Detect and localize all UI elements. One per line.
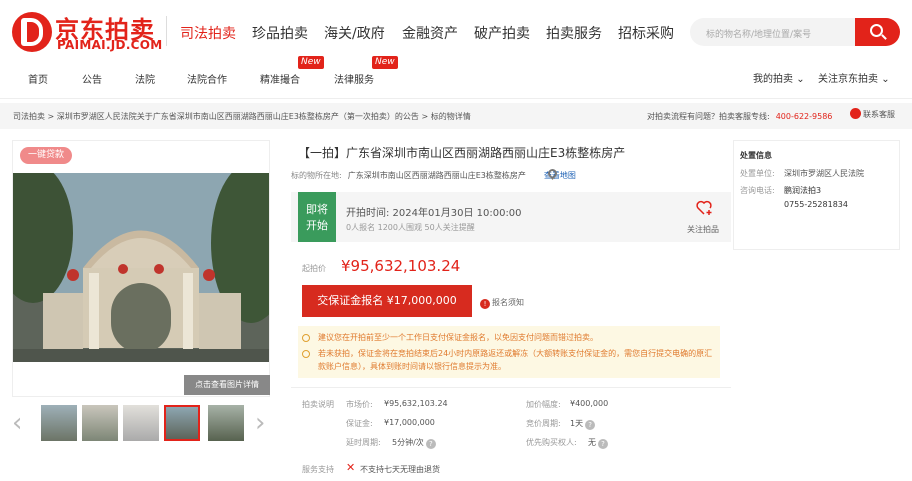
jd-auction-logo[interactable]: 京东拍卖 PAIMAI.JD.COM	[12, 12, 162, 54]
priority-buyer-value: 无?	[588, 437, 608, 449]
delay-label: 延时周期:	[346, 438, 381, 447]
disposal-unit-label: 处置单位:	[740, 169, 775, 178]
view-image-details-button[interactable]: 点击查看图片详情	[184, 375, 270, 395]
new-badge: New	[372, 56, 398, 69]
subnav-precise-matching[interactable]: 精准撮合	[260, 71, 300, 86]
subnav-court-cooperation[interactable]: 法院合作	[187, 71, 227, 86]
heart-plus-icon[interactable]	[696, 200, 712, 216]
increment-label: 加价幅度:	[526, 400, 561, 409]
no-return-policy: 不支持七天无理由退货	[360, 465, 440, 474]
gallery-thumbnail[interactable]	[41, 405, 77, 441]
gallery-thumbnail[interactable]	[123, 405, 159, 441]
start-time: 开拍时间: 2024年01月30日 10:00:00	[346, 208, 522, 219]
nav-financial-assets[interactable]: 金融资产	[402, 23, 458, 43]
starting-price: ¥95,632,103.24	[341, 257, 461, 275]
breadcrumb[interactable]: 司法拍卖 > 深圳市罗湖区人民法院关于广东省深圳市南山区西丽湖路西丽山庄E3栋整…	[13, 111, 471, 122]
pay-deposit-register-button[interactable]: 交保证金报名 ¥17,000,000	[302, 285, 472, 317]
hotline-number: 400-622-9586	[775, 112, 833, 121]
starting-price-label: 起拍价	[302, 264, 326, 273]
section-divider	[291, 387, 731, 388]
consult-phone-label: 咨询电话:	[740, 186, 775, 195]
help-icon[interactable]: ?	[585, 420, 596, 430]
registration-notice-link[interactable]: ! 报名须知	[480, 297, 524, 309]
nav-tender-procurement[interactable]: 招标采购	[618, 23, 674, 43]
nav-customs-government[interactable]: 海关/政府	[324, 23, 385, 43]
follow-jd-auction-link[interactable]: 关注京东拍卖 ⌄	[818, 70, 890, 85]
deposit-value: ¥17,000,000	[384, 418, 435, 427]
nav-judicial-auction[interactable]: 司法拍卖	[180, 23, 236, 43]
status-badge: 即将 开始	[298, 192, 336, 242]
auction-notes-label: 拍卖说明	[302, 400, 334, 409]
one-click-loan-badge[interactable]: 一键贷款	[20, 147, 72, 164]
hammer-logo-icon	[12, 12, 52, 52]
deposit-label: 保证金:	[346, 419, 373, 428]
subnav-legal-service[interactable]: 法律服务	[334, 71, 374, 86]
customer-service-icon	[850, 108, 861, 119]
priority-buyer-label: 优先购买权人:	[526, 438, 577, 447]
item-title: 【一拍】广东省深圳市南山区西丽湖路西丽山庄E3栋整栋房产	[298, 146, 626, 160]
gallery-next-arrow-icon[interactable]: ›	[255, 410, 265, 436]
search-button[interactable]	[855, 18, 900, 46]
service-support-label: 服务支持	[302, 465, 334, 474]
property-photo[interactable]	[13, 173, 269, 362]
gallery-prev-arrow-icon[interactable]: ‹	[12, 410, 22, 436]
nav-bankruptcy-auction[interactable]: 破产拍卖	[474, 23, 530, 43]
consult-phone: 0755-25281834	[784, 200, 848, 209]
gallery-thumbnail-selected[interactable]	[164, 405, 200, 441]
bid-cycle-value: 1天?	[570, 418, 596, 430]
bulb-icon	[302, 350, 310, 358]
gallery-thumbnail[interactable]	[208, 405, 244, 441]
info-icon: !	[480, 299, 490, 309]
bid-cycle-label: 竞价周期:	[526, 419, 561, 428]
item-location: 标的物所在地: 广东深圳市南山区西丽湖路西丽山庄E3栋整栋房产 查看地图	[291, 171, 576, 180]
help-icon[interactable]: ?	[425, 439, 436, 449]
subnav-home[interactable]: 首页	[28, 71, 48, 86]
market-price-value: ¥95,632,103.24	[384, 399, 448, 408]
bulb-icon	[302, 334, 310, 342]
new-badge: New	[298, 56, 324, 69]
subnav-courts[interactable]: 法院	[135, 71, 155, 86]
chevron-down-icon: ⌄	[881, 74, 890, 85]
market-price-label: 市场价:	[346, 400, 373, 409]
delay-value: 5分钟/次?	[392, 437, 436, 449]
participation-counts: 0人报名 1200人围观 50人关注提醒	[346, 223, 475, 232]
help-hotline: 对拍卖流程有问题？拍卖客服专线: 400-622-9586	[647, 112, 833, 121]
disposal-info-heading: 处置信息	[740, 151, 772, 160]
gallery-thumbnail[interactable]	[82, 405, 118, 441]
brand-domain: PAIMAI.JD.COM	[57, 38, 163, 52]
header-divider-line	[0, 98, 912, 99]
follow-item-button[interactable]: 关注拍品	[687, 224, 719, 235]
contact-name: 鹏润法拍3	[784, 186, 822, 195]
subnav-announcements[interactable]: 公告	[82, 71, 102, 86]
disposal-unit[interactable]: 深圳市罗湖区人民法院	[784, 168, 864, 179]
chevron-down-icon: ⌄	[796, 74, 805, 85]
close-x-icon: ✕	[346, 461, 356, 474]
search-input[interactable]: 标的物名称/地理位置/案号	[690, 18, 855, 46]
header-divider	[166, 16, 167, 46]
tip-text: 若未获拍，保证金将在竞拍结束后24小时内原路返还或解冻（大额转账支付保证金的，需…	[318, 349, 713, 371]
nav-treasure-auction[interactable]: 珍品拍卖	[252, 23, 308, 43]
help-icon[interactable]: ?	[598, 439, 608, 449]
tip-text: 建议您在开拍前至少一个工作日支付保证金报名，以免因支付问题而错过拍卖。	[318, 333, 598, 342]
my-auction-link[interactable]: 我的拍卖 ⌄	[753, 70, 805, 85]
nav-auction-service[interactable]: 拍卖服务	[546, 23, 602, 43]
contact-service-link[interactable]: 联系客服	[850, 108, 895, 120]
increment-value: ¥400,000	[570, 399, 609, 408]
